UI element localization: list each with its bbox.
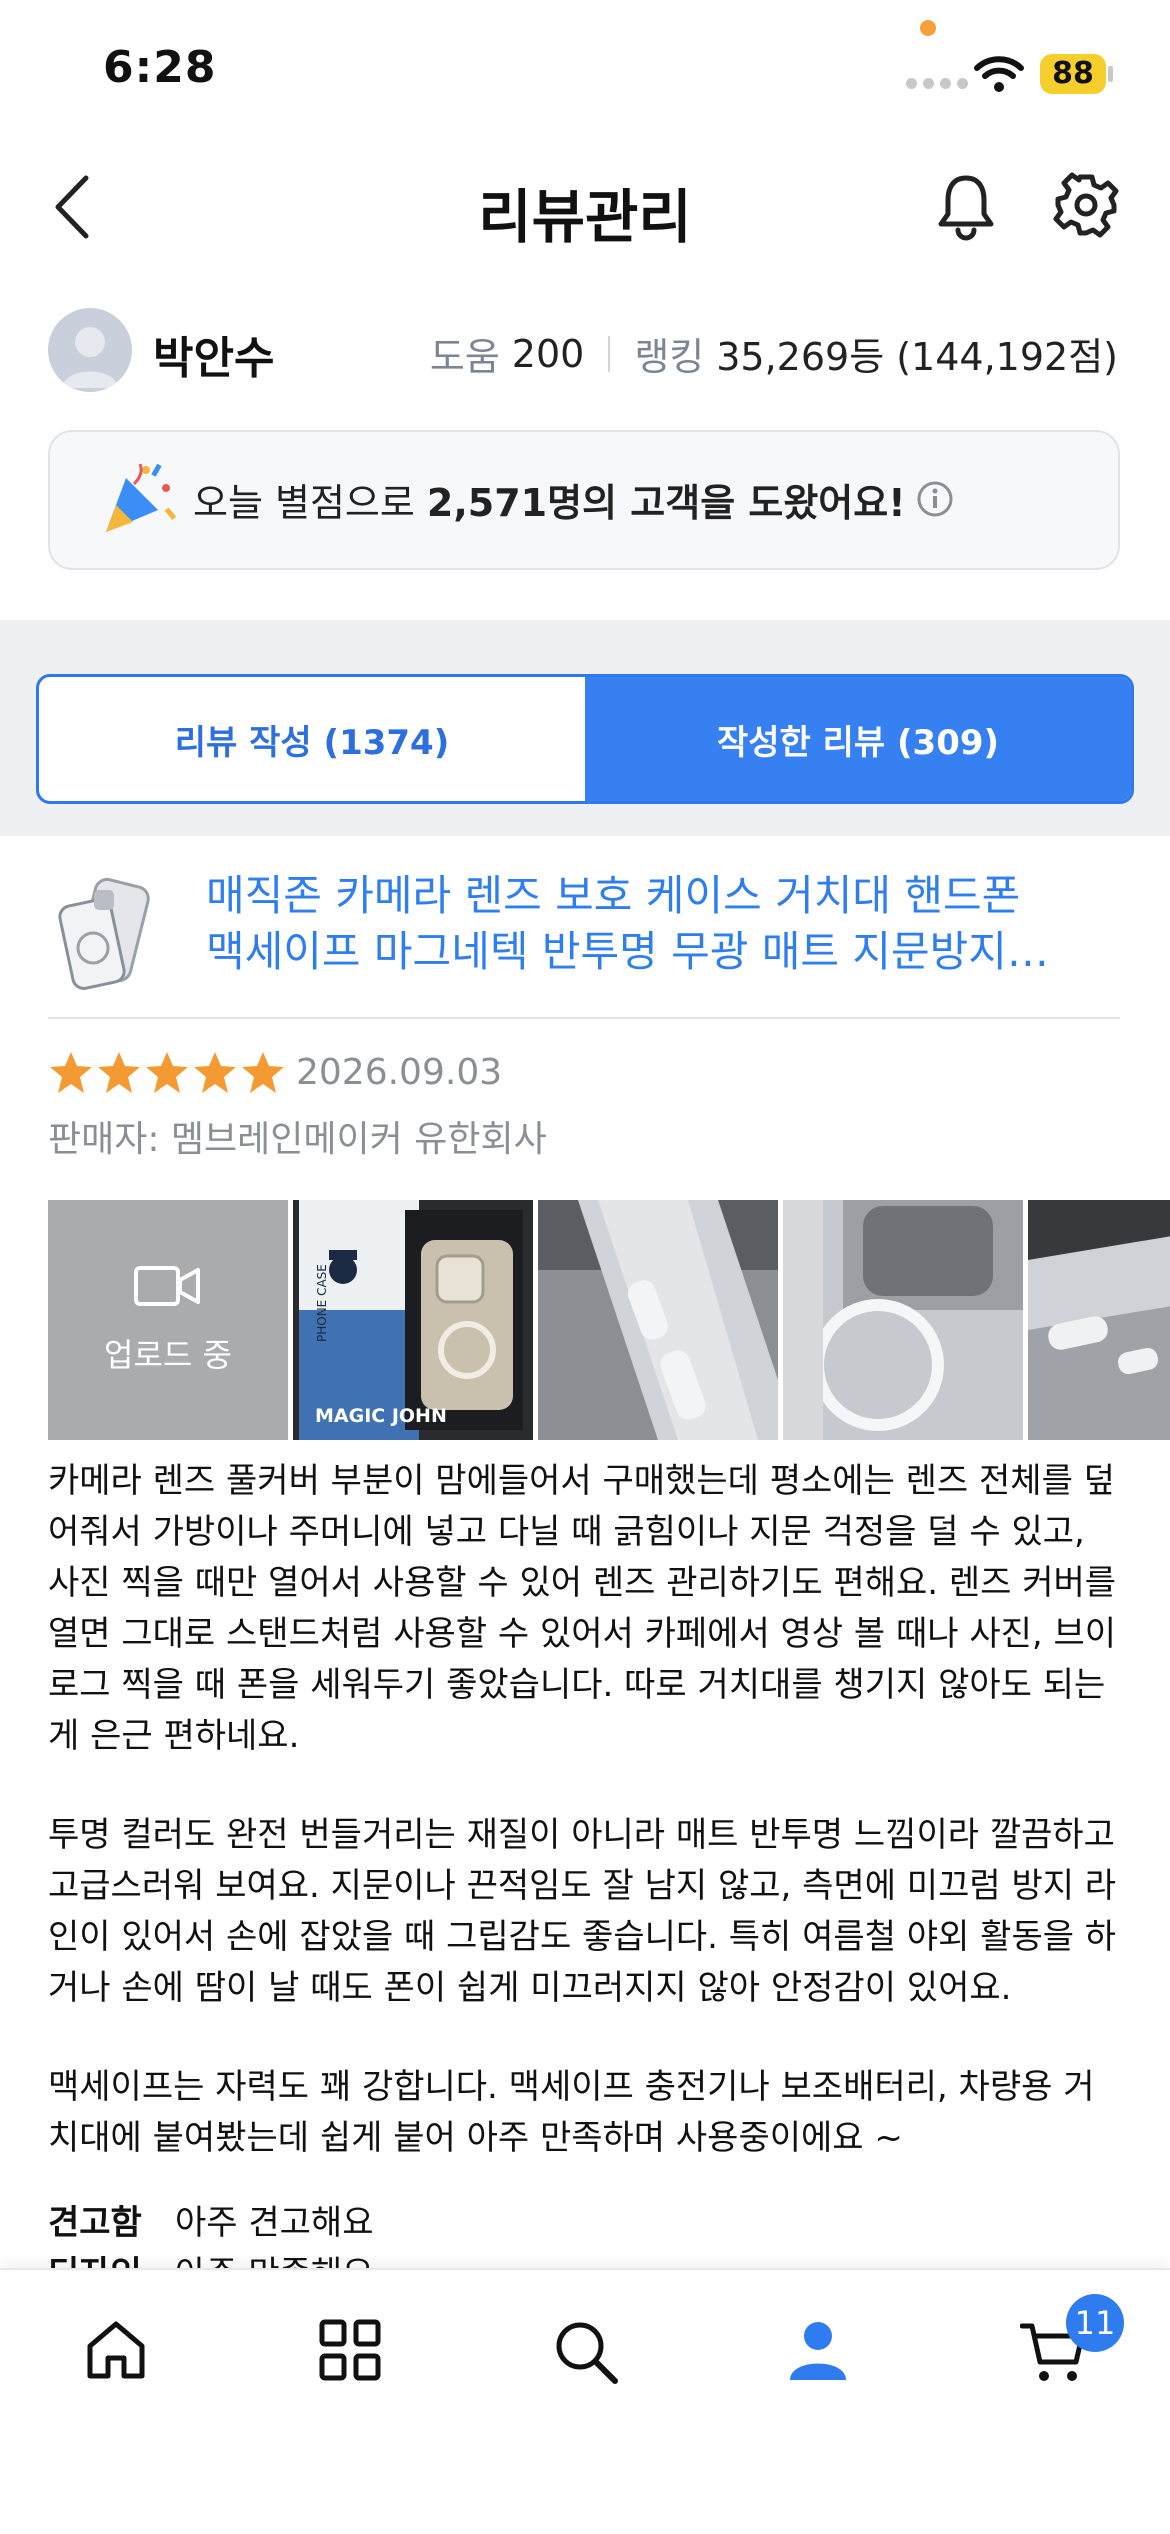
battery-nub [1108,66,1113,82]
my-page-person-icon[interactable] [786,2318,850,2382]
tab-written-reviews[interactable]: 작성한 리뷰 (309) [585,677,1131,801]
review-body: 카메라 렌즈 풀커버 부분이 맘에들어서 구매했는데 평소에는 렌즈 전체를 덮… [48,1456,1120,2212]
help-label: 도움 [429,335,500,379]
gear-icon[interactable] [1053,172,1119,238]
star-icon [194,1052,236,1093]
product-title-line-2[interactable]: 맥세이프 마그네텍 반투명 무광 매트 지문방지… [206,924,1120,980]
star-icon [242,1052,284,1093]
search-icon[interactable] [552,2318,620,2386]
box-label-small: PHONE CASE [315,1264,329,1342]
category-grid-icon[interactable] [318,2318,382,2382]
status-time: 6:28 [103,42,217,93]
review-photos: 업로드 중 PHONE CASE MAGIC JOHN [48,1200,1170,1440]
rank-label: 랭킹 [634,335,705,379]
review-paragraph: 투명 컬러도 완전 번들거리는 재질이 아니라 매트 반투명 느낌이라 깔끔하고… [48,1815,1117,2008]
seller-name: 판매자: 멤브레인메이커 유한회사 [48,1119,547,1160]
user-stats: 도움 200 랭킹 35,269등 (144,192점) [430,326,1118,381]
bottom-navigation [0,2268,1170,2534]
upload-label: 업로드 중 [104,1336,232,1374]
banner-suffix: 명의 고객을 도왔어요! [547,481,906,525]
cart-count-badge: 11 [1066,2294,1124,2352]
review-paragraph: 맥세이프는 자력도 꽤 강합니다. 맥세이프 충전기나 보조배터리, 차량용 거… [48,2067,1095,2158]
review-tabs: 리뷰 작성 (1374) 작성한 리뷰 (309) [36,674,1134,804]
video-camera-icon [134,1266,200,1306]
review-photo-3[interactable] [783,1200,1023,1440]
review-photo-1[interactable]: PHONE CASE MAGIC JOHN [293,1200,533,1440]
help-value: 200 [511,331,585,376]
avatar [48,308,132,392]
review-paragraph: 카메라 렌즈 풀커버 부분이 맘에들어서 구매했는데 평소에는 렌즈 전체를 덮… [48,1461,1117,1756]
review-photo-4[interactable] [1028,1200,1170,1440]
star-icon [50,1052,92,1093]
box-brand-label: MAGIC JOHN [315,1405,447,1427]
star-icon [146,1052,188,1093]
product-thumbnail[interactable] [48,868,172,992]
product-title-line-1[interactable]: 매직존 카메라 렌즈 보호 케이스 거치대 핸드폰 [206,868,1120,924]
cellular-signal-icon [906,78,968,89]
bell-icon[interactable] [935,172,997,242]
wifi-icon [974,56,1024,92]
rank-value: 35,269등 (144,192점) [716,335,1118,379]
star-rating [48,1050,286,1096]
criteria-row: 견고함 아주 견고해요 [48,2198,374,2249]
avatar-person-icon [62,327,118,388]
user-name: 박안수 [153,333,275,384]
battery-level: 88 [1040,54,1106,94]
help-banner-text: 오늘 별점으로 2,571명의 고객을 도왔어요! [193,472,906,527]
home-icon[interactable] [84,2318,148,2382]
product-title[interactable]: 매직존 카메라 렌즈 보호 케이스 거치대 핸드폰 맥세이프 마그네텍 반투명 … [206,868,1120,980]
banner-count: 2,571 [426,481,548,525]
criteria-key: 견고함 [48,2203,142,2243]
stats-divider [608,335,611,372]
privacy-indicator-dot [920,20,936,36]
review-photo-2[interactable] [538,1200,778,1440]
info-icon[interactable] [916,480,954,518]
tab-write-review[interactable]: 리뷰 작성 (1374) [39,677,585,801]
video-upload-tile[interactable]: 업로드 중 [48,1200,288,1440]
product-divider [48,1017,1120,1019]
banner-prefix: 오늘 별점으로 [193,481,427,525]
star-icon [98,1052,140,1093]
criteria-value: 아주 견고해요 [175,2203,374,2243]
party-popper-icon [106,463,177,532]
review-date: 2026.09.03 [296,1052,503,1093]
